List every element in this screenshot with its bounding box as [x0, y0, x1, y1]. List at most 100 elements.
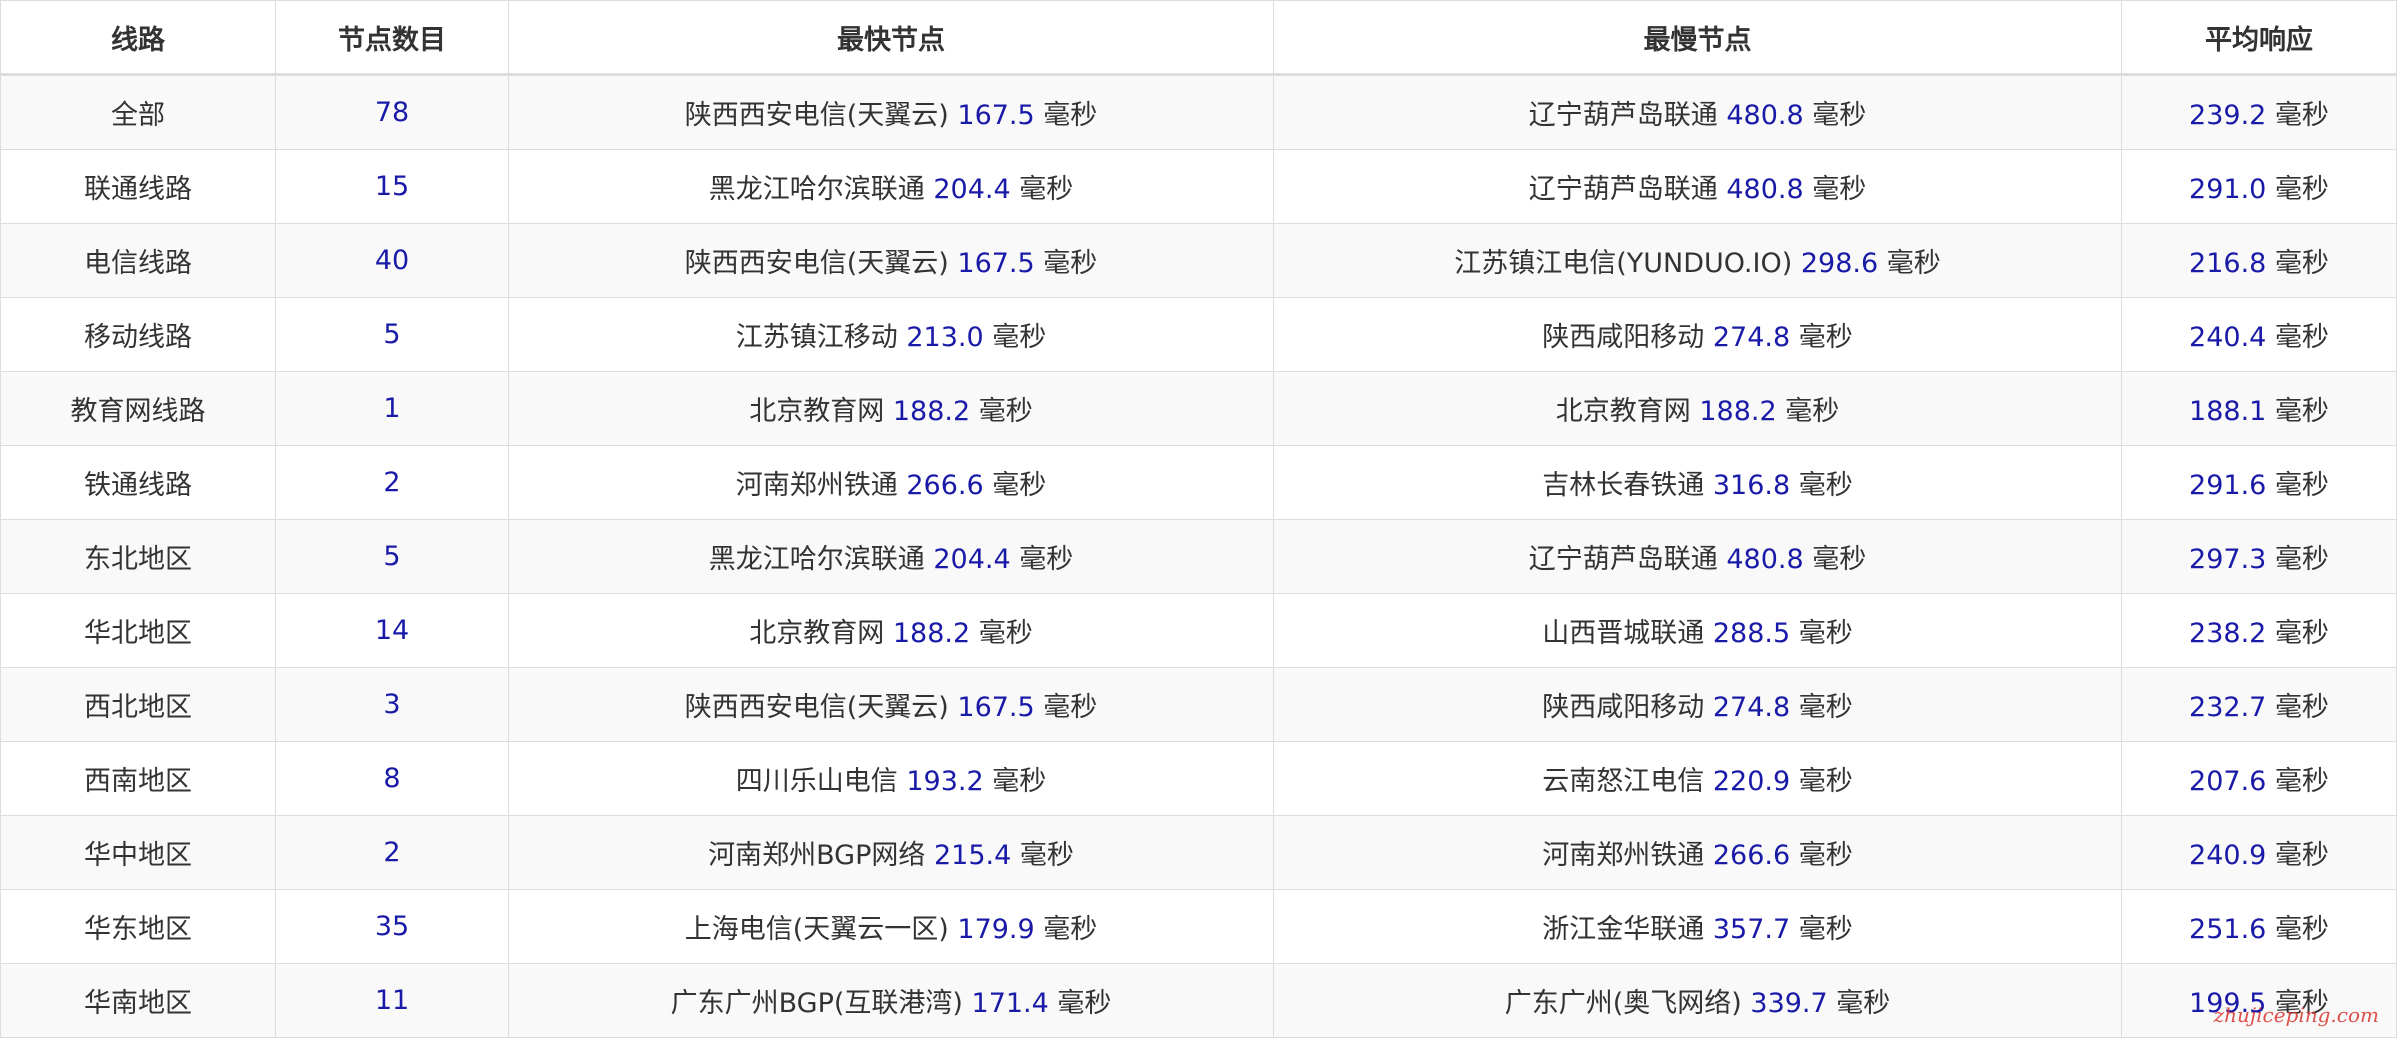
average-cell: 240.4 毫秒 [2121, 297, 2397, 372]
slowest-cell: 河南郑州铁通 266.6 毫秒 [1273, 815, 2122, 890]
node-count: 35 [374, 911, 410, 942]
average-ms: 188.1 [2189, 396, 2267, 427]
unit-label: 毫秒 [1836, 988, 1891, 1019]
fastest-cell: 黑龙江哈尔滨联通 204.4 毫秒 [508, 149, 1274, 224]
average-ms: 238.2 [2189, 618, 2267, 649]
route-label: 西北地区 [84, 692, 192, 723]
unit-label: 毫秒 [1812, 544, 1867, 575]
slowest-cell: 山西晋城联通 288.5 毫秒 [1273, 593, 2122, 668]
fastest-cell: 河南郑州铁通 266.6 毫秒 [508, 445, 1274, 520]
slowest-node-name: 辽宁葫芦岛联通 [1528, 174, 1718, 205]
unit-label: 毫秒 [978, 618, 1033, 649]
fastest-node-name: 江苏镇江移动 [735, 322, 898, 353]
watermark: zhujiceping.com [2213, 1003, 2379, 1027]
route-cell: 全部 [0, 74, 276, 150]
fastest-node-ms: 171.4 [971, 988, 1049, 1019]
average-ms: 232.7 [2189, 692, 2267, 723]
unit-label: 毫秒 [2274, 914, 2329, 945]
average-ms: 251.6 [2189, 914, 2267, 945]
average-cell: 207.6 毫秒 [2121, 741, 2397, 816]
route-label: 电信线路 [84, 248, 192, 279]
slowest-node-name: 浙江金华联通 [1542, 914, 1705, 945]
unit-label: 毫秒 [1798, 914, 1853, 945]
unit-label: 毫秒 [1798, 692, 1853, 723]
average-ms: 239.2 [2189, 100, 2267, 131]
slowest-node-name: 云南怒江电信 [1542, 766, 1705, 797]
fastest-cell: 黑龙江哈尔滨联通 204.4 毫秒 [508, 519, 1274, 594]
unit-label: 毫秒 [2274, 544, 2329, 575]
average-cell: 251.6 毫秒 [2121, 889, 2397, 964]
slowest-node-ms: 188.2 [1699, 396, 1777, 427]
slowest-cell: 辽宁葫芦岛联通 480.8 毫秒 [1273, 519, 2122, 594]
count-cell: 5 [275, 519, 509, 594]
table-row: 华中地区 2 河南郑州BGP网络 215.4 毫秒 河南郑州铁通 266.6 毫秒 24… [0, 815, 2397, 890]
route-cell: 联通线路 [0, 149, 276, 224]
count-cell: 14 [275, 593, 509, 668]
fastest-node-ms: 167.5 [957, 692, 1035, 723]
route-cell: 西北地区 [0, 667, 276, 742]
average-cell: 239.2 毫秒 [2121, 74, 2397, 150]
unit-label: 毫秒 [1798, 766, 1853, 797]
table-row: 东北地区 5 黑龙江哈尔滨联通 204.4 毫秒 辽宁葫芦岛联通 480.8 毫秒 29… [0, 519, 2397, 594]
fastest-node-ms: 204.4 [933, 544, 1011, 575]
node-count: 40 [374, 245, 410, 276]
route-label: 华北地区 [84, 618, 192, 649]
unit-label: 毫秒 [1886, 248, 1941, 279]
slowest-cell: 陕西咸阳移动 274.8 毫秒 [1273, 667, 2122, 742]
route-cell: 华东地区 [0, 889, 276, 964]
slowest-cell: 陕西咸阳移动 274.8 毫秒 [1273, 297, 2122, 372]
unit-label: 毫秒 [978, 396, 1033, 427]
unit-label: 毫秒 [2274, 766, 2329, 797]
unit-label: 毫秒 [2274, 396, 2329, 427]
header-fastest: 最快节点 [508, 0, 1274, 76]
unit-label: 毫秒 [992, 470, 1047, 501]
node-count: 5 [383, 319, 401, 350]
unit-label: 毫秒 [2274, 174, 2329, 205]
node-count: 78 [374, 97, 410, 128]
table-header: 线路 节点数目 最快节点 最慢节点 平均响应 [0, 0, 2397, 76]
node-count: 11 [374, 985, 410, 1016]
slowest-node-ms: 316.8 [1712, 470, 1791, 501]
table-row: 电信线路 40 陕西西安电信(天翼云) 167.5 毫秒 江苏镇江电信(YUNDUO.… [0, 223, 2397, 298]
fastest-node-ms: 167.5 [957, 248, 1035, 279]
fastest-cell: 河南郑州BGP网络 215.4 毫秒 [508, 815, 1274, 890]
average-ms: 207.6 [2189, 766, 2267, 797]
average-cell: 232.7 毫秒 [2121, 667, 2397, 742]
table-row: 西南地区 8 四川乐山电信 193.2 毫秒 云南怒江电信 220.9 毫秒 207.6… [0, 741, 2397, 816]
route-label: 华南地区 [84, 988, 192, 1019]
average-cell: 291.6 毫秒 [2121, 445, 2397, 520]
unit-label: 毫秒 [2274, 840, 2329, 871]
fastest-cell: 广东广州BGP(互联港湾) 171.4 毫秒 [508, 963, 1274, 1038]
fastest-node-name: 陕西西安电信(天翼云) [684, 248, 949, 279]
count-cell: 40 [275, 223, 509, 298]
fastest-node-ms: 179.9 [957, 914, 1035, 945]
slowest-node-name: 河南郑州铁通 [1542, 840, 1705, 871]
fastest-node-name: 陕西西安电信(天翼云) [684, 100, 949, 131]
fastest-cell: 江苏镇江移动 213.0 毫秒 [508, 297, 1274, 372]
route-cell: 华中地区 [0, 815, 276, 890]
fastest-node-ms: 167.5 [957, 100, 1035, 131]
slowest-node-ms: 274.8 [1712, 322, 1791, 353]
slowest-cell: 广东广州(奥飞网络) 339.7 毫秒 [1273, 963, 2122, 1038]
route-cell: 教育网线路 [0, 371, 276, 446]
slowest-node-name: 江苏镇江电信(YUNDUO.IO) [1454, 248, 1793, 279]
slowest-node-name: 山西晋城联通 [1542, 618, 1705, 649]
unit-label: 毫秒 [1798, 840, 1853, 871]
table-row: 西北地区 3 陕西西安电信(天翼云) 167.5 毫秒 陕西咸阳移动 274.8 毫秒… [0, 667, 2397, 742]
unit-label: 毫秒 [1019, 544, 1074, 575]
average-cell: 238.2 毫秒 [2121, 593, 2397, 668]
fastest-node-name: 北京教育网 [749, 618, 885, 649]
slowest-cell: 江苏镇江电信(YUNDUO.IO) 298.6 毫秒 [1273, 223, 2122, 298]
count-cell: 78 [275, 74, 509, 150]
count-cell: 1 [275, 371, 509, 446]
header-count: 节点数目 [275, 0, 509, 76]
count-cell: 11 [275, 963, 509, 1038]
fastest-node-ms: 188.2 [892, 396, 971, 427]
header-route: 线路 [0, 0, 276, 76]
fastest-cell: 北京教育网 188.2 毫秒 [508, 593, 1274, 668]
fastest-cell: 陕西西安电信(天翼云) 167.5 毫秒 [508, 223, 1274, 298]
average-ms: 291.6 [2189, 470, 2267, 501]
slowest-node-ms: 274.8 [1712, 692, 1791, 723]
slowest-cell: 辽宁葫芦岛联通 480.8 毫秒 [1273, 74, 2122, 150]
route-label: 华东地区 [84, 914, 192, 945]
